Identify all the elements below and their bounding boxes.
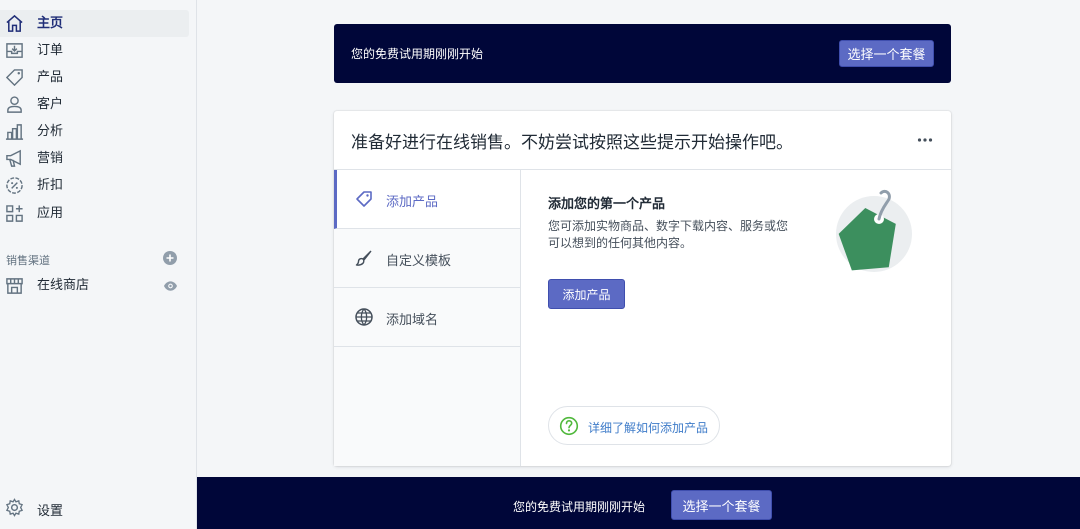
megaphone-icon (6, 149, 21, 167)
sidebar-item-label: 订单 (37, 43, 64, 58)
orders-icon (6, 43, 23, 58)
sidebar-item-label: 营销 (37, 151, 64, 166)
tab-add-product[interactable]: 添加产品 (334, 170, 520, 229)
sidebar-item-home[interactable]: 主页 (0, 10, 189, 37)
sidebar-item-orders[interactable]: 订单 (0, 37, 189, 64)
gear-icon (5, 498, 24, 517)
sidebar-item-label: 在线商店 (37, 278, 90, 293)
sidebar-item-label: 分析 (37, 124, 64, 139)
learn-more-label: 详细了解如何添加产品 (588, 421, 709, 435)
panel-description: 您可添加实物商品、数字下载内容、服务或您可以想到的任何其他内容。 (548, 219, 789, 250)
store-icon (6, 278, 23, 294)
tip-tabs: 添加产品 自定义模板 添加域名 (334, 170, 521, 466)
tag-icon (356, 191, 372, 207)
discount-icon (6, 177, 23, 194)
sidebar-item-online-store[interactable]: 在线商店 (0, 272, 189, 299)
add-product-button[interactable]: 添加产品 (548, 279, 625, 309)
sidebar-item-settings[interactable]: 设置 (0, 494, 189, 521)
bar-chart-icon (5, 124, 24, 140)
sales-channels-title: 销售渠道 (6, 254, 50, 267)
sidebar-item-label: 主页 (37, 16, 64, 31)
sidebar-item-label: 客户 (37, 97, 64, 112)
apps-icon (6, 205, 23, 222)
sidebar-item-products[interactable]: 产品 (0, 64, 189, 91)
more-icon[interactable] (917, 133, 933, 147)
sidebar: 主页 订单 产品 客户 分析 营销 折扣 应用 销售渠道 在线商店 设置 (0, 0, 197, 529)
trial-banner-text: 您的免费试用期刚刚开始 (513, 500, 646, 514)
tab-customize-theme[interactable]: 自定义模板 (334, 229, 520, 288)
card-title: 准备好进行在线销售。不妨尝试按照这些提示开始操作吧。 (351, 133, 793, 153)
sidebar-item-label: 折扣 (37, 178, 64, 193)
tab-add-domain[interactable]: 添加域名 (334, 288, 520, 347)
eye-icon[interactable] (163, 280, 178, 292)
brush-icon (355, 250, 372, 266)
product-tag-illustration (836, 189, 912, 272)
tab-label: 添加域名 (386, 313, 439, 328)
sidebar-item-discounts[interactable]: 折扣 (0, 172, 189, 199)
trial-banner-top: 您的免费试用期刚刚开始 选择一个套餐 (334, 24, 951, 83)
settings-label: 设置 (37, 504, 64, 519)
panel-title: 添加您的第一个产品 (548, 197, 666, 212)
sidebar-item-apps[interactable]: 应用 (0, 200, 189, 227)
tab-label: 添加产品 (386, 195, 439, 210)
select-plan-button[interactable]: 选择一个套餐 (839, 40, 934, 67)
tag-icon (5, 69, 23, 87)
learn-more-link[interactable]: 详细了解如何添加产品 (548, 406, 720, 445)
help-icon (559, 416, 579, 436)
card-header: 准备好进行在线销售。不妨尝试按照这些提示开始操作吧。 (334, 111, 951, 170)
sidebar-item-customers[interactable]: 客户 (0, 91, 189, 118)
trial-banner-bottom: 您的免费试用期刚刚开始 选择一个套餐 (197, 477, 1080, 529)
sidebar-item-label: 产品 (37, 70, 64, 85)
tab-label: 自定义模板 (386, 254, 452, 269)
select-plan-button[interactable]: 选择一个套餐 (671, 490, 772, 520)
sidebar-item-analytics[interactable]: 分析 (0, 118, 189, 145)
getting-started-card: 准备好进行在线销售。不妨尝试按照这些提示开始操作吧。 添加产品 自定义模板 添加… (334, 111, 951, 466)
sidebar-item-marketing[interactable]: 营销 (0, 145, 189, 172)
person-icon (7, 96, 22, 113)
trial-banner-text: 您的免费试用期刚刚开始 (351, 47, 484, 61)
globe-icon (355, 308, 373, 326)
home-icon (6, 14, 23, 32)
sidebar-item-label: 应用 (37, 206, 64, 221)
add-channel-icon[interactable] (163, 251, 177, 265)
